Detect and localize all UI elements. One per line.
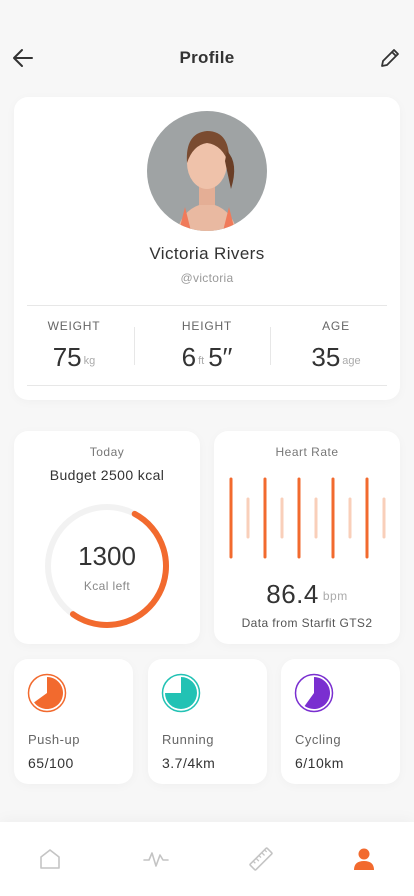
calorie-budget-card[interactable]: Today Budget 2500 kcal 1300 Kcal left bbox=[14, 431, 200, 644]
calories-left-value: 1300 bbox=[78, 541, 136, 571]
stat-value: 75 kg bbox=[14, 342, 134, 373]
tab-measurements[interactable] bbox=[248, 846, 274, 872]
activity-card-push-up[interactable]: Push-up 65/100 bbox=[14, 659, 133, 784]
weight-value: 75 bbox=[52, 342, 82, 372]
weight-unit: kg bbox=[83, 355, 96, 367]
activity-value: 65/100 bbox=[28, 755, 74, 771]
height-unit: ft bbox=[198, 355, 205, 367]
stat-weight: WEIGHT 75 kg bbox=[14, 319, 134, 373]
stat-value: 35 age bbox=[276, 342, 396, 373]
heart-rate-source: Data from Starfit GTS2 bbox=[241, 616, 373, 630]
ruler-icon bbox=[249, 847, 273, 871]
profile-handle: @victoria bbox=[180, 271, 234, 285]
heart-rate-bars bbox=[229, 477, 386, 559]
stat-divider bbox=[270, 327, 271, 365]
activity-name: Cycling bbox=[295, 732, 342, 747]
height-inches: 5′′ bbox=[208, 342, 233, 372]
stat-label: HEIGHT bbox=[181, 319, 233, 333]
profile-name: Victoria Rivers bbox=[149, 244, 265, 263]
tab-activity[interactable] bbox=[143, 846, 169, 872]
activity-value: 6/10km bbox=[295, 755, 344, 771]
stat-height: HEIGHT 6 ft 5′′ bbox=[147, 319, 267, 373]
budget-label: Today bbox=[89, 445, 125, 459]
tab-profile[interactable] bbox=[351, 846, 377, 872]
page-title: Profile bbox=[179, 48, 235, 67]
pencil-icon bbox=[381, 49, 399, 67]
avatar-photo bbox=[147, 111, 267, 231]
pie-progress-icon bbox=[161, 673, 201, 713]
age-unit: age bbox=[342, 355, 361, 367]
activity-card-cycling[interactable]: Cycling 6/10km bbox=[281, 659, 400, 784]
stat-age: AGE 35 age bbox=[276, 319, 396, 373]
heart-rate-label: Heart Rate bbox=[275, 445, 339, 459]
stat-label: WEIGHT bbox=[47, 319, 101, 333]
pie-progress-icon bbox=[27, 673, 67, 713]
divider bbox=[27, 305, 387, 306]
pie-progress-icon bbox=[294, 673, 334, 713]
edit-button[interactable] bbox=[378, 45, 402, 71]
activity-name: Running bbox=[162, 732, 214, 747]
stat-divider bbox=[134, 327, 135, 365]
profile-card: Victoria Rivers @victoria WEIGHT 75 kg HE… bbox=[14, 97, 400, 400]
budget-title: Budget 2500 kcal bbox=[49, 467, 165, 483]
calories-left-label: Kcal left bbox=[83, 579, 131, 593]
heart-rate-unit: bpm bbox=[322, 589, 348, 603]
bottom-tab-bar bbox=[0, 822, 414, 896]
activity-card-running[interactable]: Running 3.7/4km bbox=[148, 659, 267, 784]
activity-icon bbox=[143, 852, 169, 867]
avatar bbox=[147, 111, 267, 231]
divider bbox=[27, 385, 387, 386]
activity-value: 3.7/4km bbox=[162, 755, 216, 771]
age-value: 35 bbox=[311, 342, 341, 372]
tab-home[interactable] bbox=[37, 846, 63, 872]
heart-rate-number: 86.4 bbox=[266, 579, 319, 609]
height-feet: 6 bbox=[181, 342, 197, 372]
stat-value: 6 ft 5′′ bbox=[147, 342, 267, 373]
user-icon bbox=[354, 848, 374, 870]
home-icon bbox=[40, 849, 60, 869]
activity-name: Push-up bbox=[28, 732, 80, 747]
heart-rate-card[interactable]: Heart Rate 86.4 bpm Data from Starfit GTS… bbox=[214, 431, 400, 644]
stat-label: AGE bbox=[322, 319, 350, 333]
heart-rate-value: 86.4 bpm bbox=[214, 579, 400, 610]
